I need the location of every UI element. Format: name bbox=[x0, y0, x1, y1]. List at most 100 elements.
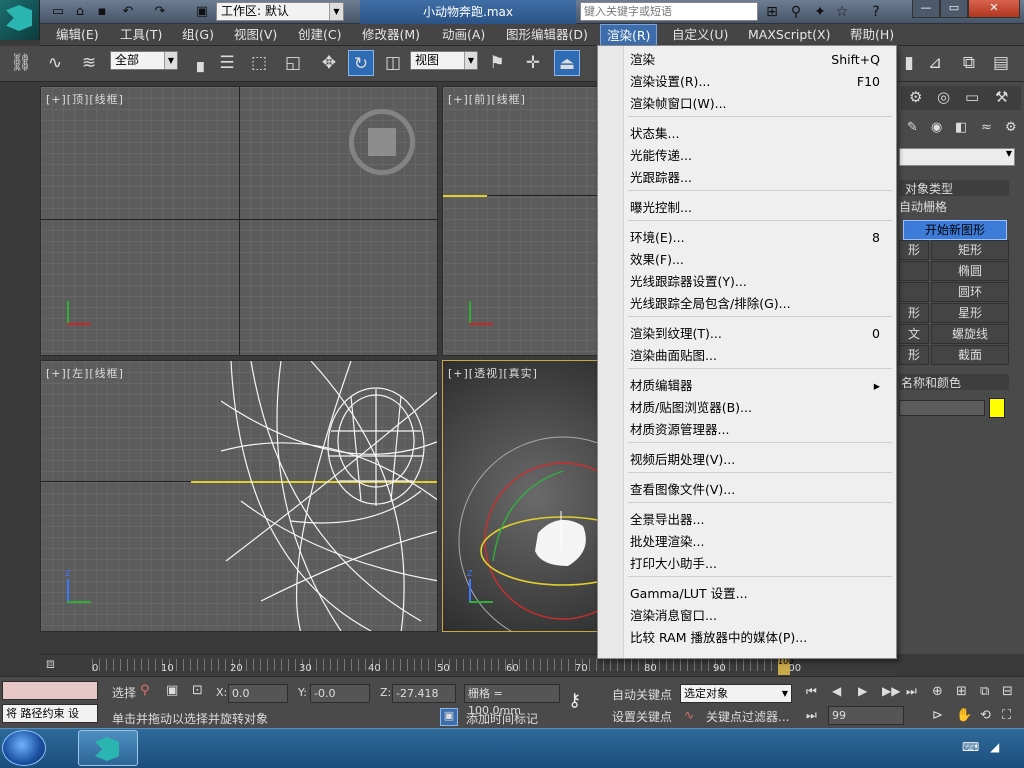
previous-frame-icon[interactable]: ◀ bbox=[832, 684, 841, 698]
y-coordinate-field[interactable]: -0.0 bbox=[310, 684, 370, 703]
key-filters-button[interactable]: 关键点过滤器... bbox=[706, 708, 789, 725]
search-input[interactable]: 键入关键字或短语 bbox=[580, 2, 758, 21]
bind-space-warp-icon[interactable]: ≋ bbox=[76, 50, 102, 76]
motion-tab-icon[interactable]: ◎ bbox=[937, 88, 950, 106]
text-button[interactable]: 文 bbox=[899, 324, 929, 344]
go-to-start-icon[interactable]: ⏮ bbox=[806, 684, 817, 699]
selection-filter-dropdown[interactable]: 全部 ▼ bbox=[110, 51, 178, 70]
binoculars-icon[interactable]: ⊞ bbox=[762, 3, 782, 21]
z-coordinate-field[interactable]: -27.418 bbox=[392, 684, 456, 703]
field-of-view-icon[interactable]: ⊳ bbox=[932, 708, 943, 723]
line-button[interactable]: 形 bbox=[899, 240, 929, 260]
workspace-selector[interactable]: 工作区: 默认 ▼ bbox=[216, 2, 344, 21]
menu-edit[interactable]: 编辑(E) bbox=[54, 24, 101, 46]
set-key-icon[interactable]: ⚷ bbox=[568, 690, 604, 716]
menu-customize[interactable]: 自定义(U) bbox=[670, 24, 730, 46]
menu-modifiers[interactable]: 修改器(M) bbox=[360, 24, 422, 46]
zoom-extents-all-icon[interactable]: ⊟ bbox=[1002, 684, 1013, 699]
star-button[interactable]: 星形 bbox=[931, 303, 1009, 323]
menu-item-material-explorer[interactable]: 材质资源管理器... bbox=[626, 419, 894, 441]
maximize-viewport-icon[interactable]: ⛶ bbox=[1002, 708, 1011, 723]
named-selection-icon[interactable]: ▮ bbox=[896, 50, 922, 76]
menu-group[interactable]: 组(G) bbox=[180, 24, 216, 46]
display-tab-icon[interactable]: ▭ bbox=[965, 88, 979, 106]
space-warps-icon[interactable]: ≈ bbox=[981, 120, 992, 135]
viewport-perspective[interactable]: [+][透视][真实] Z bbox=[442, 360, 598, 632]
section-button[interactable]: 截面 bbox=[931, 345, 1009, 365]
auto-key-button[interactable]: 自动关键点 bbox=[612, 686, 672, 703]
menu-help[interactable]: 帮助(H) bbox=[848, 24, 896, 46]
pivot-center-icon[interactable]: ⚑ bbox=[484, 50, 510, 76]
redo-icon[interactable]: ↷ bbox=[150, 3, 170, 21]
menu-item-radiosity[interactable]: 光能传递... bbox=[626, 145, 894, 167]
curve-editor-icon[interactable]: ▤ bbox=[988, 50, 1014, 76]
open-folder-icon[interactable]: ⌂ bbox=[70, 3, 90, 21]
start-button[interactable] bbox=[2, 730, 46, 766]
zoom-extents-icon[interactable]: ⊞ bbox=[956, 684, 967, 699]
window-crossing-icon[interactable]: ◱ bbox=[280, 50, 306, 76]
menu-views[interactable]: 视图(V) bbox=[232, 24, 279, 46]
auto-grid-checkbox[interactable]: 自动栅格 bbox=[899, 198, 947, 215]
layer-manager-icon[interactable]: ⧉ bbox=[956, 50, 982, 76]
menu-item-batch-render[interactable]: 批处理渲染... bbox=[626, 531, 894, 553]
project-folder-icon[interactable]: ▣ bbox=[192, 3, 212, 21]
menu-item-render-surface-map[interactable]: 渲染曲面贴图... bbox=[626, 345, 894, 367]
play-icon[interactable]: ▶ bbox=[858, 684, 867, 698]
menu-item-render-message-window[interactable]: 渲染消息窗口... bbox=[626, 605, 894, 627]
hierarchy-tab-icon[interactable]: ⚙ bbox=[909, 88, 922, 106]
keyboard-shortcut-override-icon[interactable]: ⏏ bbox=[554, 50, 580, 76]
lights-icon[interactable]: ✎ bbox=[907, 120, 918, 135]
close-button[interactable]: ✕ bbox=[968, 0, 1020, 18]
select-object-icon[interactable]: ▗ bbox=[184, 50, 210, 76]
menu-item-render-setup[interactable]: 渲染设置(R)... F10 bbox=[626, 71, 894, 93]
keyboard-icon[interactable]: ⌨ bbox=[962, 740, 979, 754]
orbit-icon[interactable]: ⟲ bbox=[980, 708, 991, 723]
unlink-icon[interactable]: ∿ bbox=[42, 50, 68, 76]
mini-curve-editor-icon[interactable]: ⧈ bbox=[46, 656, 76, 674]
menu-item-compare-media-ram-player[interactable]: 比较 RAM 播放器中的媒体(P)... bbox=[626, 627, 894, 649]
menu-item-rendered-frame-window[interactable]: 渲染帧窗口(W)... bbox=[626, 93, 894, 115]
menu-item-material-map-browser[interactable]: 材质/贴图浏览器(B)... bbox=[626, 397, 894, 419]
cameras-icon[interactable]: ◉ bbox=[931, 120, 942, 135]
time-tag-icon[interactable]: ▣ bbox=[440, 708, 458, 726]
set-key-button[interactable]: 设置关键点 bbox=[612, 708, 672, 725]
color-swatch[interactable] bbox=[989, 398, 1005, 418]
ellipse-button[interactable]: 椭圆 bbox=[931, 261, 1009, 281]
menu-item-gamma-lut-setup[interactable]: Gamma/LUT 设置... bbox=[626, 583, 894, 605]
current-frame-field[interactable]: 99 bbox=[828, 706, 904, 725]
circle-button[interactable] bbox=[899, 261, 929, 281]
help-search-icon[interactable]: ⚲ bbox=[786, 3, 806, 21]
link-icon[interactable]: ⛓ bbox=[8, 50, 34, 76]
menu-item-state-sets[interactable]: 状态集... bbox=[626, 123, 894, 145]
mirror-icon[interactable]: ⊿ bbox=[922, 50, 948, 76]
donut-button[interactable]: 圆环 bbox=[931, 282, 1009, 302]
select-scale-icon[interactable]: ◫ bbox=[380, 50, 406, 76]
menu-item-render[interactable]: 渲染 Shift+Q bbox=[626, 49, 894, 71]
select-rotate-icon[interactable]: ↻ bbox=[348, 50, 374, 76]
menu-animation[interactable]: 动画(A) bbox=[440, 24, 487, 46]
menu-item-environment[interactable]: 环境(E)... 8 bbox=[626, 227, 894, 249]
lock-icon[interactable]: ▣ bbox=[166, 683, 178, 698]
helix-button[interactable]: 螺旋线 bbox=[931, 324, 1009, 344]
menu-item-material-editor[interactable]: 材质编辑器 ▸ bbox=[626, 375, 894, 397]
menu-item-print-size-assistant[interactable]: 打印大小助手... bbox=[626, 553, 894, 575]
manipulate-icon[interactable]: ✛ bbox=[520, 50, 546, 76]
reference-coordinate-dropdown[interactable]: 视图 ▼ bbox=[410, 51, 478, 70]
object-name-input[interactable] bbox=[899, 400, 985, 416]
ngon-button[interactable]: 形 bbox=[899, 303, 929, 323]
systems-icon[interactable]: ⚙ bbox=[1005, 120, 1017, 135]
taskbar-3dsmax-button[interactable] bbox=[78, 730, 138, 766]
viewport-left[interactable]: [+][左][线框] Z bbox=[40, 360, 438, 632]
menu-create[interactable]: 创建(C) bbox=[296, 24, 343, 46]
minimize-button[interactable]: — bbox=[912, 0, 940, 18]
zoom-all-icon[interactable]: ⧉ bbox=[980, 684, 989, 699]
start-new-shape-button[interactable]: 开始新图形 bbox=[903, 220, 1007, 240]
help-icon[interactable]: ? bbox=[866, 3, 886, 21]
time-slider-handle[interactable]: 100 bbox=[778, 657, 793, 675]
save-icon[interactable]: ▪ bbox=[92, 3, 112, 21]
menu-item-raytrace-include-exclude[interactable]: 光线跟踪全局包含/排除(G)... bbox=[626, 293, 894, 315]
add-time-tag[interactable]: 添加时间标记 bbox=[466, 710, 538, 727]
selection-set-dropdown[interactable]: 选定对象 ▼ bbox=[680, 684, 792, 703]
utilities-tab-icon[interactable]: ⚒ bbox=[995, 88, 1008, 106]
menu-item-exposure-control[interactable]: 曝光控制... bbox=[626, 197, 894, 219]
